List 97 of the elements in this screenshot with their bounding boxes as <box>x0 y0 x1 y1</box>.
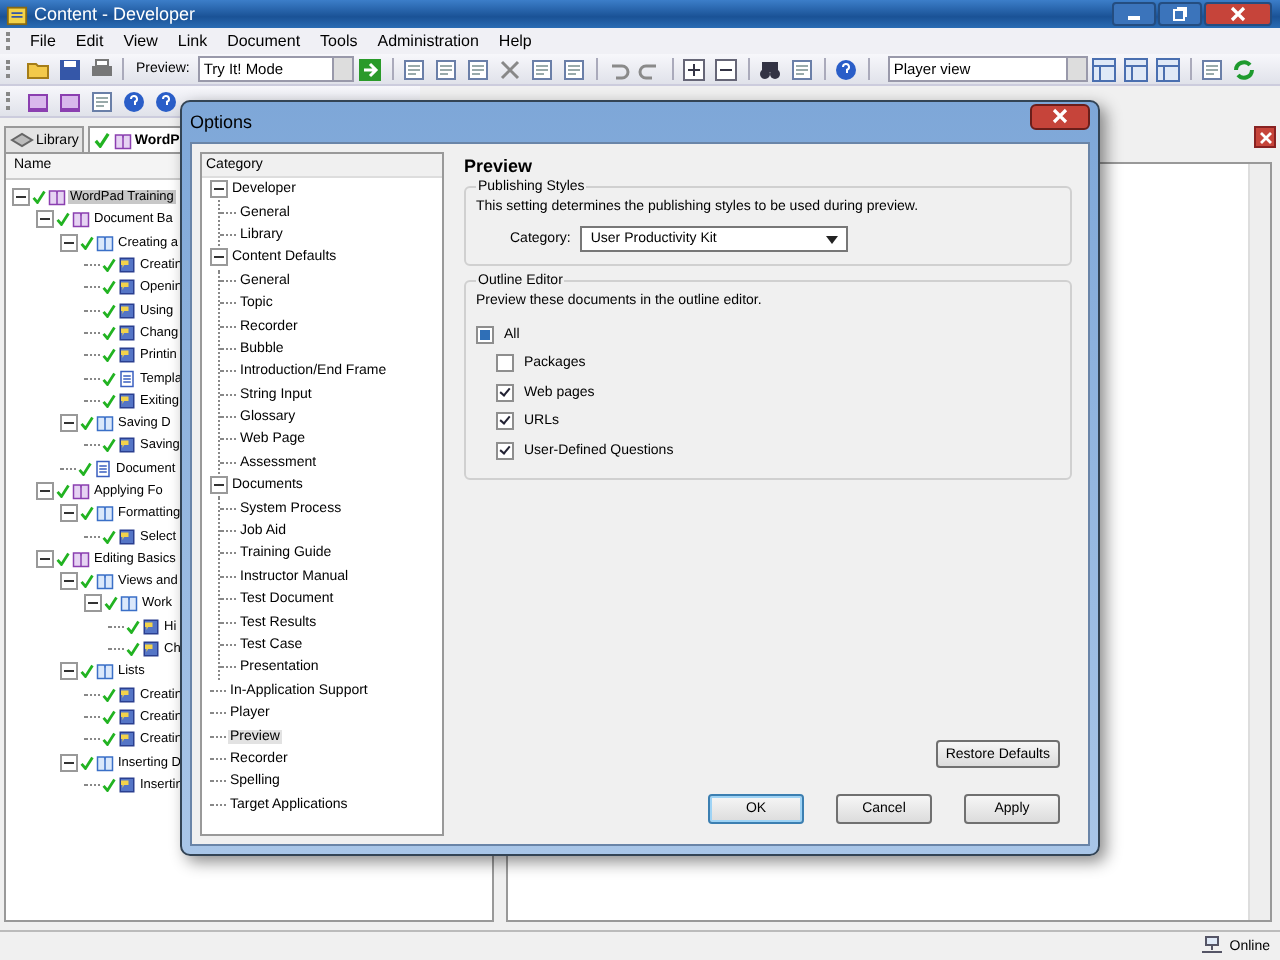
open-book-icon <box>96 414 114 433</box>
binoculars-icon <box>758 57 783 81</box>
topic-icon <box>118 775 136 794</box>
collapse-toggle[interactable] <box>60 233 78 252</box>
topic-icon <box>118 436 136 455</box>
toolbar-button[interactable] <box>150 87 180 115</box>
document-icon <box>94 459 112 478</box>
layout-icon <box>1092 57 1117 81</box>
toolbar-button[interactable] <box>711 55 742 83</box>
toolbar-button[interactable] <box>831 55 862 83</box>
scrollbar[interactable] <box>1248 164 1270 920</box>
toolbar-button[interactable] <box>679 55 710 83</box>
topic-icon <box>118 730 136 749</box>
help-icon <box>153 89 177 113</box>
topic-icon <box>118 707 136 726</box>
layout-icon <box>1156 57 1181 81</box>
help-icon <box>121 89 145 113</box>
document-icon <box>118 369 136 388</box>
collapse-toggle[interactable] <box>36 482 54 500</box>
menu-item[interactable]: File <box>20 32 66 50</box>
topic-icon <box>118 346 136 365</box>
open-book-icon <box>96 572 114 591</box>
open-book-icon <box>120 594 138 613</box>
checkbox[interactable] <box>496 441 514 460</box>
layout-icon <box>1124 57 1149 81</box>
book-icon <box>72 549 90 568</box>
open-book-icon <box>96 753 114 772</box>
minus-icon <box>714 57 739 81</box>
restore-icon <box>1172 6 1188 22</box>
collapse-toggle[interactable] <box>12 188 30 207</box>
page-icon <box>89 89 113 113</box>
dialog-title: Options <box>190 112 253 132</box>
collapse-toggle[interactable] <box>36 210 54 229</box>
topic-icon <box>118 685 136 704</box>
collapse-toggle[interactable] <box>60 414 78 433</box>
minimize-button[interactable] <box>1112 2 1156 26</box>
toolbar-button[interactable] <box>54 55 84 83</box>
close-icon <box>1257 129 1273 145</box>
checkbox[interactable] <box>496 354 514 373</box>
close-button[interactable] <box>1204 2 1272 26</box>
topic-icon <box>118 256 136 275</box>
collapse-toggle[interactable] <box>210 180 228 199</box>
collapse-toggle[interactable] <box>60 662 78 681</box>
menu-item[interactable]: Link <box>167 32 218 50</box>
book-icon <box>25 89 49 113</box>
book-icon <box>114 131 133 149</box>
help-icon <box>834 57 859 81</box>
printer-icon <box>89 57 113 81</box>
page-title: Preview <box>464 156 535 176</box>
library-icon <box>10 132 34 148</box>
toolbar-button[interactable] <box>118 87 148 115</box>
open-book-icon <box>96 233 114 252</box>
collapse-toggle[interactable] <box>210 476 228 495</box>
maximize-button[interactable] <box>1158 2 1202 26</box>
save-icon <box>57 57 81 81</box>
topic-icon <box>142 640 160 659</box>
caret-icon <box>826 235 839 243</box>
topic-icon <box>142 617 160 636</box>
open-book-icon <box>96 504 114 523</box>
checkbox[interactable] <box>496 383 514 402</box>
refresh-icon <box>1232 57 1257 81</box>
close-tab-button[interactable] <box>1254 126 1276 148</box>
topic-icon <box>118 391 136 410</box>
app-icon <box>6 3 28 25</box>
checkbox[interactable] <box>496 412 514 431</box>
close-button[interactable] <box>1030 103 1090 129</box>
menu-item[interactable]: Edit <box>65 32 114 50</box>
menu-item[interactable]: Document <box>217 32 311 50</box>
network-icon <box>1199 936 1224 956</box>
plus-icon <box>682 57 707 81</box>
topic-icon <box>118 301 136 320</box>
menu-item[interactable]: View <box>113 32 168 50</box>
menu-item[interactable]: Help <box>488 32 542 50</box>
topic-icon <box>118 323 136 342</box>
topic-icon <box>118 278 136 297</box>
collapse-toggle[interactable] <box>84 594 102 613</box>
collapse-toggle[interactable] <box>210 248 228 267</box>
collapse-toggle[interactable] <box>60 753 78 772</box>
book-icon <box>72 482 90 500</box>
topic-icon <box>118 527 136 546</box>
open-book-icon <box>96 662 114 681</box>
arrow-icon <box>358 57 383 81</box>
menu-item[interactable]: Administration <box>367 32 489 50</box>
cross-icon <box>498 57 523 81</box>
window-title: Content - Developer <box>34 4 196 24</box>
page-icon <box>530 57 555 81</box>
collapse-toggle[interactable] <box>36 549 54 568</box>
menu-item[interactable]: Tools <box>310 32 368 50</box>
book-icon <box>57 89 81 113</box>
book-icon <box>48 188 66 207</box>
close-icon <box>1230 6 1246 22</box>
collapse-toggle[interactable] <box>60 504 78 523</box>
checkmark-icon <box>94 132 111 148</box>
collapse-toggle[interactable] <box>60 572 78 591</box>
book-icon <box>72 210 90 229</box>
close-icon <box>1052 108 1068 124</box>
checkbox[interactable] <box>476 325 494 344</box>
